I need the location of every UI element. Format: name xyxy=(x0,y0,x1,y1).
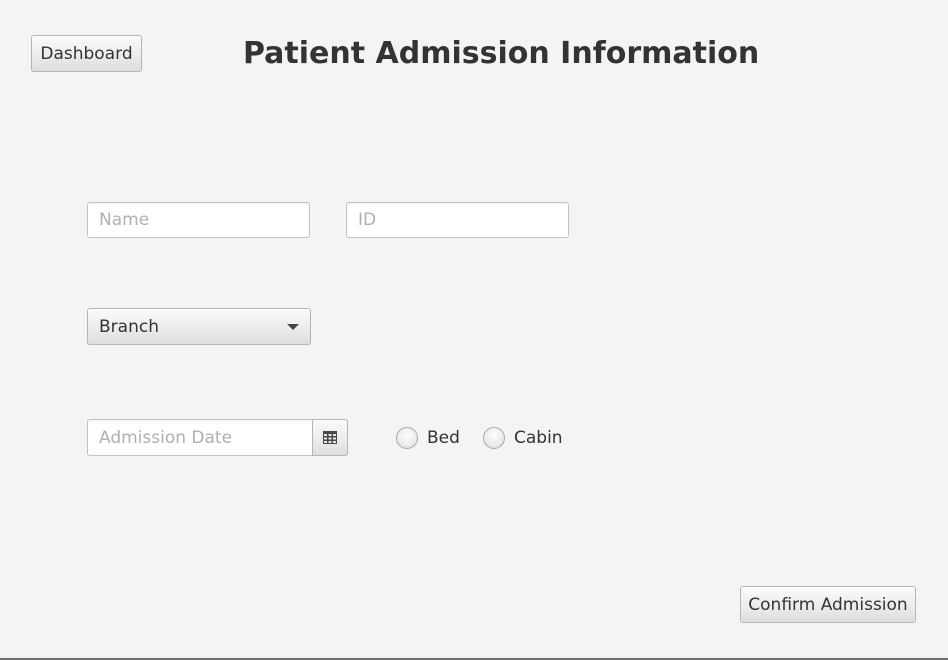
admission-date-field[interactable] xyxy=(87,419,313,456)
chevron-down-icon xyxy=(287,323,299,330)
calendar-icon xyxy=(323,431,337,444)
radio-cabin-circle[interactable] xyxy=(483,427,505,449)
branch-dropdown[interactable]: Branch xyxy=(87,308,311,345)
radio-bed-circle[interactable] xyxy=(396,427,418,449)
branch-dropdown-label: Branch xyxy=(99,316,159,337)
confirm-admission-button[interactable]: Confirm Admission xyxy=(740,586,916,623)
radio-cabin[interactable]: Cabin xyxy=(483,425,563,451)
radio-bed[interactable]: Bed xyxy=(396,425,460,451)
page-title: Patient Admission Information xyxy=(243,36,760,71)
radio-bed-label: Bed xyxy=(427,428,460,448)
dashboard-button[interactable]: Dashboard xyxy=(31,35,142,72)
id-field[interactable] xyxy=(346,202,569,238)
name-field[interactable] xyxy=(87,202,310,238)
radio-cabin-label: Cabin xyxy=(514,428,563,448)
date-picker-button[interactable] xyxy=(312,419,348,456)
